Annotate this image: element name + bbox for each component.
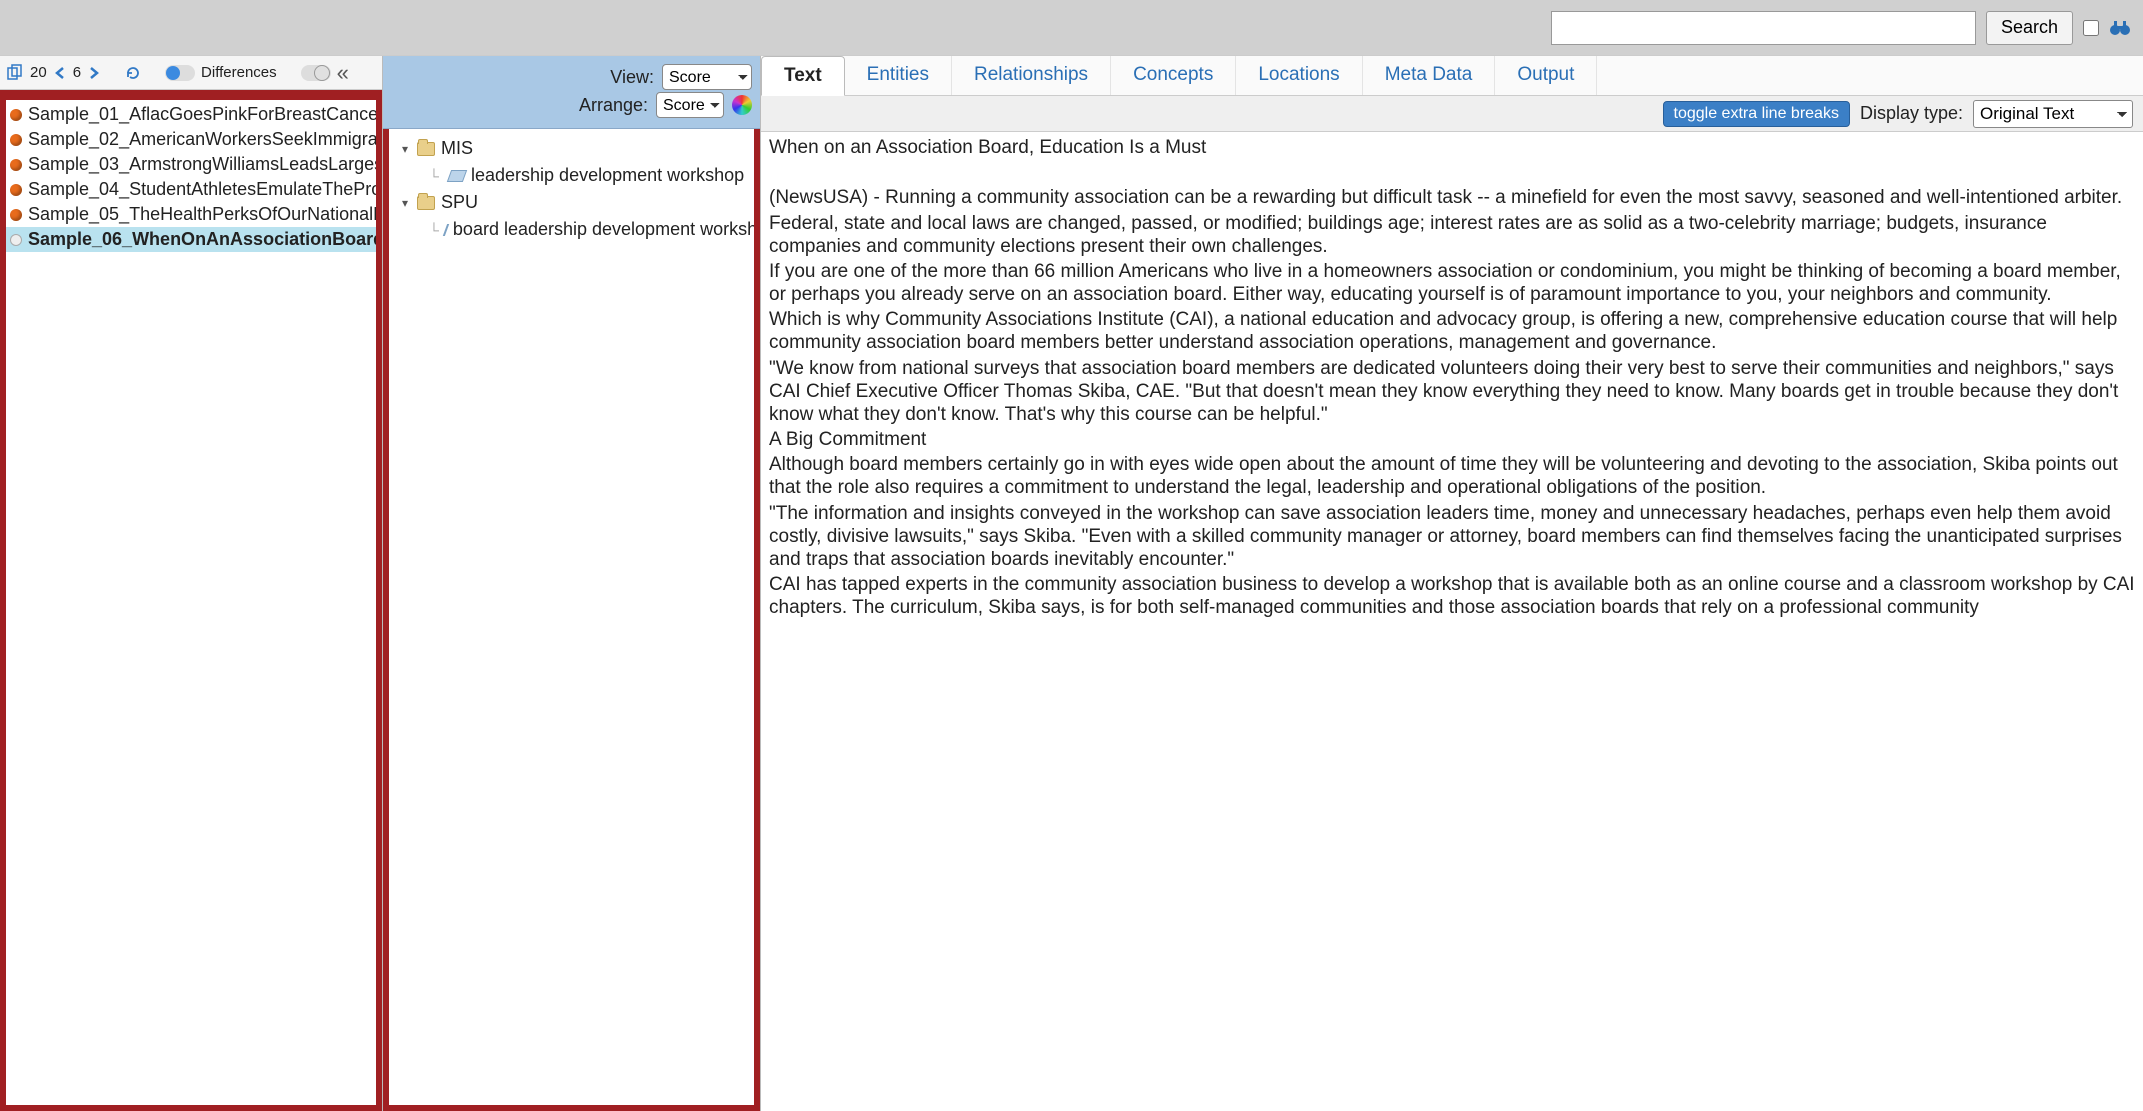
tree-node-label: MIS bbox=[441, 138, 473, 159]
document-title: When on an Association Board, Education … bbox=[769, 136, 2135, 159]
folder-icon bbox=[417, 196, 435, 210]
blank-line bbox=[769, 161, 2135, 184]
file-item[interactable]: Sample_06_WhenOnAnAssociationBoardEduc bbox=[6, 227, 376, 252]
file-item-label: Sample_01_AflacGoesPinkForBreastCancerAw… bbox=[28, 104, 376, 125]
document-paragraph: CAI has tapped experts in the community … bbox=[769, 573, 2135, 619]
display-type-select[interactable]: Original Text bbox=[1973, 100, 2133, 128]
tree-node-label: board leadership development workshop bbox=[453, 219, 760, 240]
refresh-icon[interactable] bbox=[125, 65, 141, 81]
file-status-dot-icon bbox=[10, 209, 22, 221]
next-icon[interactable] bbox=[87, 66, 101, 80]
file-item[interactable]: Sample_01_AflacGoesPinkForBreastCancerAw… bbox=[6, 102, 376, 127]
arrange-label: Arrange: bbox=[579, 95, 648, 116]
document-paragraph: If you are one of the more than 66 milli… bbox=[769, 260, 2135, 306]
view-label: View: bbox=[610, 67, 654, 88]
tab-text[interactable]: Text bbox=[761, 56, 845, 96]
file-status-dot-icon bbox=[10, 159, 22, 171]
toggle-line-breaks-button[interactable]: toggle extra line breaks bbox=[1663, 101, 1850, 127]
tab-concepts[interactable]: Concepts bbox=[1111, 56, 1236, 95]
tree-folder[interactable]: ▾ SPU bbox=[393, 189, 750, 216]
differences-toggle-right[interactable] bbox=[301, 65, 331, 81]
file-status-dot-icon bbox=[10, 134, 22, 146]
search-input[interactable] bbox=[1551, 11, 1976, 45]
tree-leaf[interactable]: └board leadership development workshop bbox=[393, 216, 750, 243]
display-bar: toggle extra line breaks Display type: O… bbox=[761, 96, 2143, 132]
tree-expander-icon[interactable]: ▾ bbox=[399, 142, 411, 156]
collapse-panel-icon[interactable]: « bbox=[337, 60, 349, 86]
tab-relationships[interactable]: Relationships bbox=[952, 56, 1111, 95]
file-item[interactable]: Sample_05_TheHealthPerksOfOurNationalPar… bbox=[6, 202, 376, 227]
tab-meta-data[interactable]: Meta Data bbox=[1363, 56, 1496, 95]
copy-icon[interactable] bbox=[6, 64, 24, 82]
tab-output[interactable]: Output bbox=[1495, 56, 1597, 95]
document-paragraph: Federal, state and local laws are change… bbox=[769, 212, 2135, 258]
file-count-a: 20 bbox=[30, 64, 47, 81]
tree-node-label: leadership development workshop bbox=[471, 165, 744, 186]
file-status-dot-icon bbox=[10, 109, 22, 121]
prev-icon[interactable] bbox=[53, 66, 67, 80]
tree-panel: View: Score Arrange: Score ▾ MIS └ leadersh… bbox=[383, 56, 761, 1111]
binoculars-icon[interactable] bbox=[2109, 17, 2131, 39]
file-toolbar: 20 6 Differences « bbox=[0, 56, 382, 90]
file-item[interactable]: Sample_03_ArmstrongWilliamsLeadsLargestM… bbox=[6, 152, 376, 177]
document-paragraph: Although board members certainly go in w… bbox=[769, 453, 2135, 499]
file-status-dot-icon bbox=[10, 184, 22, 196]
document-paragraph: "The information and insights conveyed i… bbox=[769, 502, 2135, 572]
differences-label: Differences bbox=[201, 64, 277, 81]
file-status-dot-icon bbox=[10, 234, 22, 246]
document-paragraph: (NewsUSA) - Running a community associat… bbox=[769, 186, 2135, 209]
file-list: Sample_01_AflacGoesPinkForBreastCancerAw… bbox=[0, 90, 382, 1111]
concept-tree: ▾ MIS └ leadership development workshop ▾ SPU… bbox=[383, 129, 760, 1111]
tag-icon bbox=[443, 224, 449, 236]
file-item[interactable]: Sample_02_AmericanWorkersSeekImmigration… bbox=[6, 127, 376, 152]
tree-panel-header: View: Score Arrange: Score bbox=[383, 56, 760, 129]
search-option-checkbox[interactable] bbox=[2083, 20, 2099, 36]
top-search-bar: Search bbox=[0, 0, 2143, 55]
tree-folder[interactable]: ▾ MIS bbox=[393, 135, 750, 162]
tab-entities[interactable]: Entities bbox=[845, 56, 952, 95]
tree-branch-icon: └ bbox=[429, 222, 439, 238]
document-paragraph: Which is why Community Associations Inst… bbox=[769, 308, 2135, 354]
differences-toggle-left[interactable] bbox=[165, 65, 195, 81]
file-item-label: Sample_02_AmericanWorkersSeekImmigration… bbox=[28, 129, 376, 150]
tree-expander-icon[interactable]: ▾ bbox=[399, 196, 411, 210]
file-item-label: Sample_03_ArmstrongWilliamsLeadsLargestM… bbox=[28, 154, 376, 175]
detail-tabs: TextEntitiesRelationshipsConceptsLocatio… bbox=[761, 56, 2143, 96]
display-type-label: Display type: bbox=[1860, 103, 1963, 124]
file-item-label: Sample_06_WhenOnAnAssociationBoardEduc bbox=[28, 229, 376, 250]
folder-icon bbox=[417, 142, 435, 156]
document-paragraph: A Big Commitment bbox=[769, 428, 2135, 451]
file-item-label: Sample_05_TheHealthPerksOfOurNationalPar… bbox=[28, 204, 376, 225]
file-count-b: 6 bbox=[73, 64, 81, 81]
file-item-label: Sample_04_StudentAthletesEmulateTheProsI… bbox=[28, 179, 376, 200]
search-button[interactable]: Search bbox=[1986, 11, 2073, 45]
document-text[interactable]: When on an Association Board, Education … bbox=[761, 132, 2143, 1111]
file-panel: 20 6 Differences « Sample_01_AflacGoesPi… bbox=[0, 56, 383, 1111]
tag-icon bbox=[447, 170, 467, 182]
view-select[interactable]: Score bbox=[662, 64, 752, 90]
color-palette-icon[interactable] bbox=[732, 95, 752, 115]
tree-node-label: SPU bbox=[441, 192, 478, 213]
document-paragraph: "We know from national surveys that asso… bbox=[769, 357, 2135, 427]
tree-branch-icon: └ bbox=[429, 168, 443, 184]
tab-locations[interactable]: Locations bbox=[1236, 56, 1362, 95]
file-item[interactable]: Sample_04_StudentAthletesEmulateTheProsI… bbox=[6, 177, 376, 202]
arrange-select[interactable]: Score bbox=[656, 92, 724, 118]
tree-leaf[interactable]: └ leadership development workshop bbox=[393, 162, 750, 189]
detail-panel: TextEntitiesRelationshipsConceptsLocatio… bbox=[761, 56, 2143, 1111]
